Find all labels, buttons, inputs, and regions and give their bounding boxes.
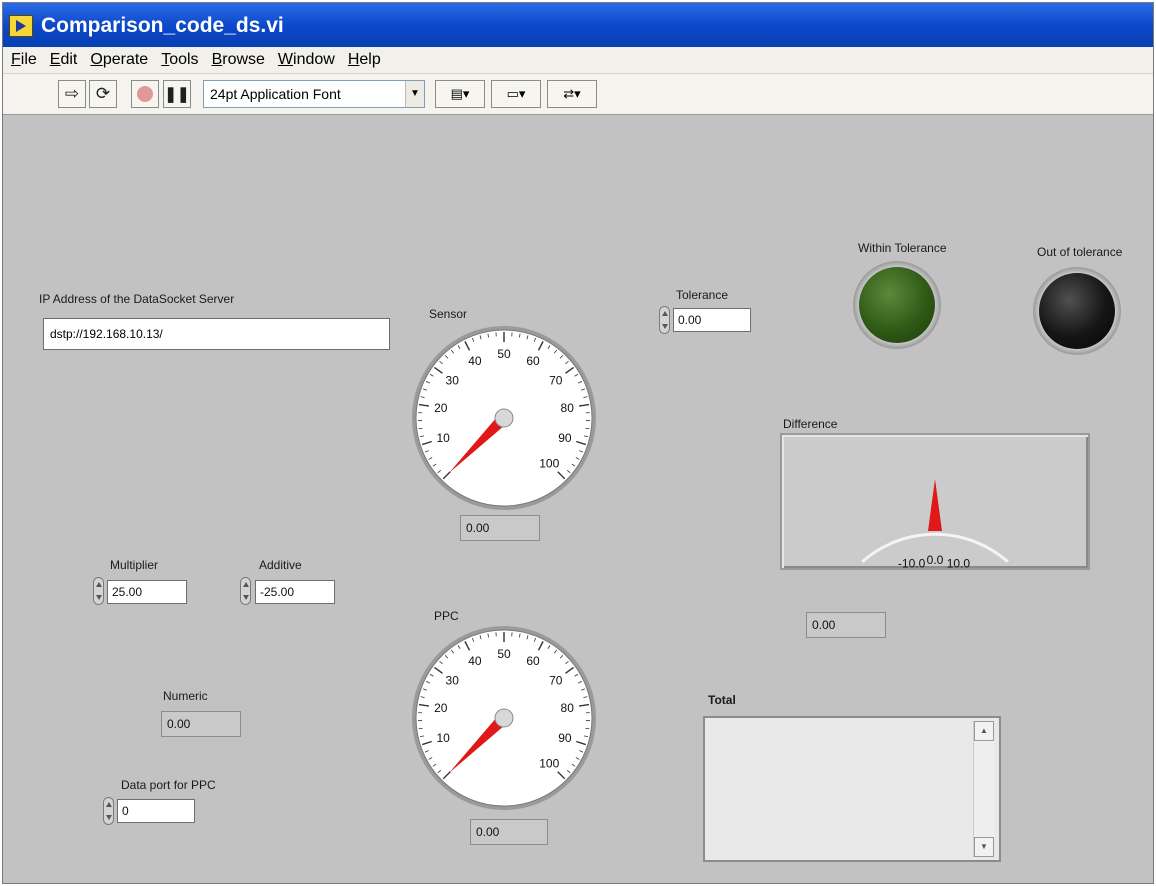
abort-icon[interactable] [131, 80, 159, 108]
additive-stepper[interactable] [240, 577, 251, 605]
sensor-hub [494, 408, 514, 428]
pause-icon[interactable]: ❚❚ [163, 80, 191, 108]
data-port-stepper[interactable] [103, 797, 114, 825]
ppc-gauge[interactable]: 10 20 30 40 50 60 70 80 90 100 [401, 623, 607, 813]
ppc-scale-label: 10 [436, 731, 450, 745]
ppc-scale-label: 40 [468, 654, 482, 668]
ppc-scale-label: 50 [497, 647, 511, 661]
font-select-value: 24pt Application Font [210, 86, 341, 102]
sensor-gauge[interactable]: 10 20 30 40 50 60 70 80 90 100 [401, 323, 607, 513]
sensor-tick [585, 427, 590, 430]
window-title: Comparison_code_ds.vi [41, 14, 284, 37]
tolerance-field[interactable]: 0.00 [673, 308, 751, 332]
ip-address-label: IP Address of the DataSocket Server [39, 292, 235, 306]
run-continuously-icon[interactable]: ⟳ [89, 80, 117, 108]
ppc-scale-label: 20 [434, 701, 448, 715]
difference-meter-scale-label: -10.0 [898, 556, 926, 568]
total-string-indicator: ▲ ▼ [703, 716, 1001, 862]
menu-browse[interactable]: Browse [204, 51, 270, 69]
within-tolerance-label: Within Tolerance [858, 241, 947, 255]
ppc-tick [585, 727, 590, 730]
distribute-objects-icon[interactable]: ▭▾ [491, 80, 541, 108]
difference-meter-frame: -20.0-10.00.010.020.0 [780, 433, 1090, 593]
additive-label: Additive [259, 558, 302, 572]
difference-value-display: 0.00 [806, 612, 886, 638]
title-bar: Comparison_code_ds.vi [3, 3, 1153, 47]
vi-window: Comparison_code_ds.vi File Edit Operate … [2, 2, 1154, 884]
multiplier-stepper[interactable] [93, 577, 104, 605]
sensor-scale-label: 30 [446, 373, 460, 387]
sensor-value-display: 0.00 [460, 515, 540, 541]
menu-bar: File Edit Operate Tools Browse Window He… [3, 47, 1153, 74]
sensor-scale-label: 40 [468, 354, 482, 368]
difference-meter[interactable]: -20.0-10.00.010.020.0 [782, 435, 1088, 593]
total-scrollbar[interactable]: ▲ ▼ [973, 721, 994, 857]
out-of-tolerance-led-lamp [1039, 273, 1115, 349]
run-arrow-icon[interactable]: ⇨ [58, 80, 86, 108]
ppc-value-display: 0.00 [470, 819, 548, 845]
ppc-scale-label: 60 [526, 654, 540, 668]
numeric-value-display: 0.00 [161, 711, 241, 737]
sensor-scale-label: 100 [539, 456, 559, 470]
ppc-scale-label: 100 [539, 756, 559, 770]
sensor-scale-label: 20 [434, 401, 448, 415]
ppc-hub [494, 708, 514, 728]
difference-meter-scale-label: 10.0 [947, 556, 971, 568]
scroll-up-icon[interactable]: ▲ [974, 721, 994, 741]
sensor-tick [418, 427, 423, 430]
menu-window[interactable]: Window [270, 51, 340, 69]
sensor-scale-label: 50 [497, 347, 511, 361]
total-label: Total [708, 693, 736, 707]
ppc-scale-label: 80 [561, 701, 575, 715]
multiplier-label: Multiplier [110, 558, 159, 572]
difference-meter-scale-label: 0.0 [927, 553, 944, 567]
sensor-scale-label: 90 [558, 431, 572, 445]
ppc-scale-label: 30 [446, 673, 460, 687]
tolerance-stepper[interactable] [659, 306, 670, 334]
chevron-down-icon[interactable]: ▼ [405, 81, 424, 107]
toolbar: ⇨ ⟳ ❚❚ 24pt Application Font ▼ ▤▾ ▭▾ ⇄▾ [3, 74, 1153, 115]
reorder-icon[interactable]: ⇄▾ [547, 80, 597, 108]
sensor-scale-label: 60 [526, 354, 540, 368]
align-objects-icon[interactable]: ▤▾ [435, 80, 485, 108]
multiplier-field[interactable]: 25.00 [107, 580, 187, 604]
scroll-down-icon[interactable]: ▼ [974, 837, 994, 857]
sensor-scale-label: 10 [436, 431, 450, 445]
labview-vi-icon [9, 15, 33, 37]
menu-operate[interactable]: Operate [82, 51, 153, 69]
ppc-label: PPC [434, 609, 459, 623]
ip-address-field[interactable]: dstp://192.168.10.13/ [43, 318, 390, 350]
within-tolerance-led[interactable] [853, 261, 941, 349]
additive-field[interactable]: -25.00 [255, 580, 335, 604]
menu-edit[interactable]: Edit [42, 51, 83, 69]
data-port-label: Data port for PPC [121, 778, 216, 792]
difference-label: Difference [783, 417, 838, 431]
ppc-tick [418, 727, 423, 730]
tolerance-label: Tolerance [676, 288, 729, 302]
sensor-scale-label: 80 [561, 401, 575, 415]
font-select[interactable]: 24pt Application Font ▼ [203, 80, 425, 108]
menu-help[interactable]: Help [340, 51, 386, 69]
difference-meter-scale-label: 20.0 [968, 567, 992, 568]
data-port-field[interactable]: 0 [117, 799, 195, 823]
difference-meter-needle [928, 479, 942, 531]
menu-tools[interactable]: Tools [153, 51, 203, 69]
ppc-scale-label: 90 [558, 731, 572, 745]
out-of-tolerance-led[interactable] [1033, 267, 1121, 355]
out-of-tolerance-label: Out of tolerance [1037, 245, 1123, 259]
ppc-scale-label: 70 [549, 673, 563, 687]
menu-file[interactable]: File [3, 51, 42, 69]
within-tolerance-led-lamp [859, 267, 935, 343]
numeric-label: Numeric [163, 689, 208, 703]
sensor-label: Sensor [429, 307, 468, 321]
sensor-scale-label: 70 [549, 373, 563, 387]
